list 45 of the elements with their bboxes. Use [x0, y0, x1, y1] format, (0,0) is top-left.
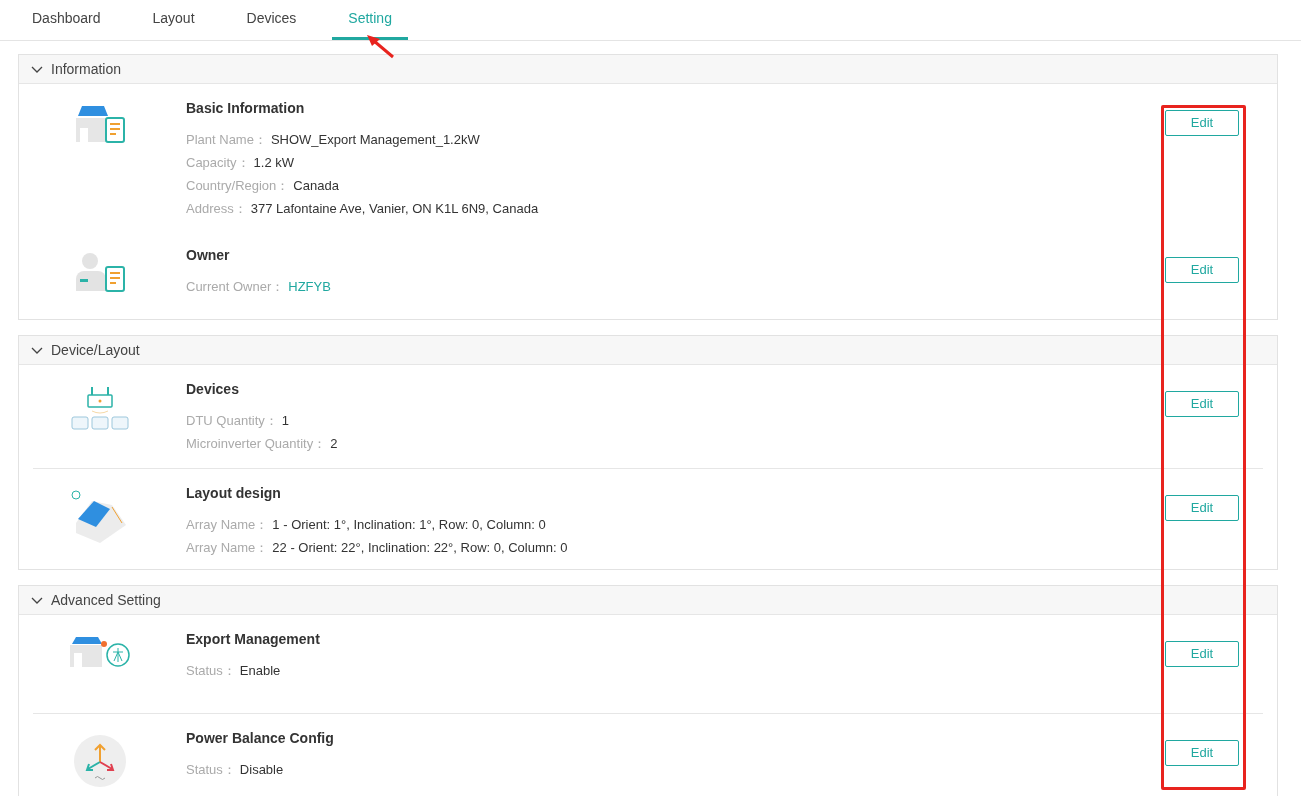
- edit-button[interactable]: Edit: [1165, 495, 1239, 521]
- devices-icon: [69, 385, 130, 433]
- section-header[interactable]: Device/Layout: [19, 336, 1277, 365]
- three-phase-icon: [72, 734, 127, 788]
- field-label: Address：: [186, 200, 247, 218]
- tab[interactable]: Dashboard: [16, 0, 117, 40]
- item-title: Layout design: [186, 484, 282, 503]
- edit-button[interactable]: Edit: [1165, 740, 1239, 766]
- edit-button[interactable]: Edit: [1165, 110, 1239, 136]
- solar-house-icon: [73, 104, 126, 146]
- field-label: DTU Quantity：: [186, 412, 278, 430]
- section-header[interactable]: Information: [19, 55, 1277, 84]
- field-value: Disable: [239, 761, 284, 779]
- tab[interactable]: Devices: [230, 0, 313, 40]
- field-value: 1.2 kW: [253, 154, 295, 172]
- field-value: Canada: [293, 177, 339, 195]
- field-label: Array Name：: [186, 516, 269, 534]
- edit-button[interactable]: Edit: [1165, 391, 1239, 417]
- field-value: SHOW_Export Management_1.2kW: [270, 131, 480, 149]
- item-title: Owner: [186, 246, 231, 265]
- field-value: 1: [281, 412, 289, 430]
- user-document-icon: [73, 251, 126, 293]
- field-value: 1 - Orient: 1°, Inclination: 1°, Row: 0, Column: 0: [272, 516, 546, 534]
- item-title: Devices: [186, 380, 240, 399]
- section-header[interactable]: Advanced Setting: [19, 586, 1277, 615]
- field-label: Status：: [186, 761, 236, 779]
- field-value: 2: [330, 435, 338, 453]
- tab[interactable]: Layout: [136, 0, 211, 40]
- field-value: 377 Lafontaine Ave, Vanier, ON K1L 6N9, Canada: [250, 200, 539, 218]
- owner-link[interactable]: HZFYB: [288, 275, 331, 298]
- edit-button[interactable]: Edit: [1165, 257, 1239, 283]
- field-label: Microinverter Quantity：: [186, 435, 327, 453]
- field-label: Status：: [186, 662, 236, 680]
- field-label: Array Name：: [186, 539, 269, 557]
- field-label: Country/Region：: [186, 177, 290, 195]
- field-label: Capacity：: [186, 154, 250, 172]
- item-title: Export Management: [186, 630, 321, 649]
- field-label: Plant Name：: [186, 131, 267, 149]
- item-title: Basic Information: [186, 99, 306, 118]
- field-value: 22 - Orient: 22°, Inclination: 22°, Row: 0, Column: 0: [272, 539, 568, 557]
- field-value: Enable: [239, 662, 281, 680]
- edit-button[interactable]: Edit: [1165, 641, 1239, 667]
- field-label: Current Owner：: [186, 278, 285, 296]
- item-title: Power Balance Config: [186, 729, 335, 748]
- solar-grid-icon: [67, 635, 132, 669]
